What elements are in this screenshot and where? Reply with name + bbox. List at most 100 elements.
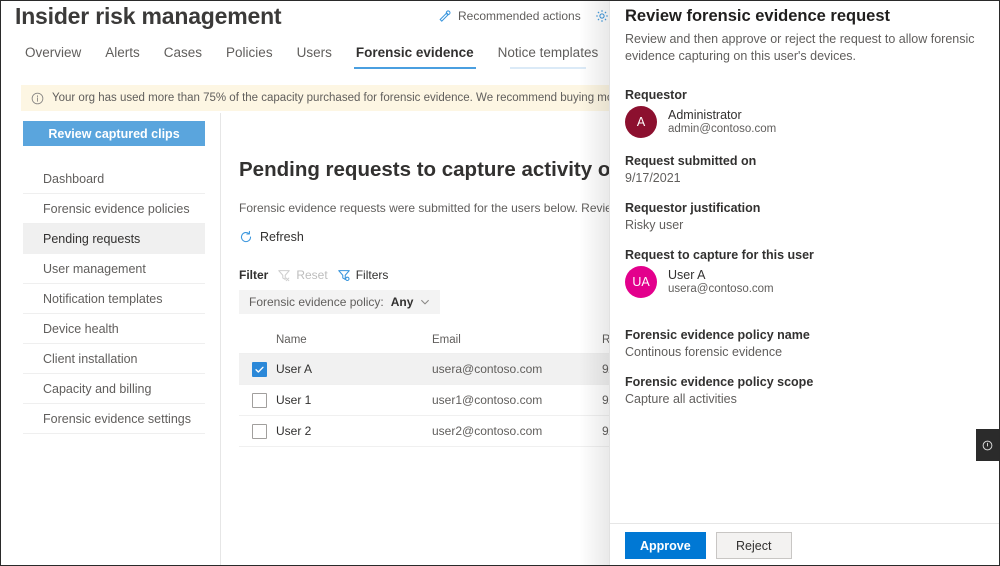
sidebar: Review captured clips Dashboard Forensic… <box>1 113 221 565</box>
capture-user-name: User A <box>668 268 706 282</box>
row-name: User 2 <box>276 424 312 438</box>
sidebar-item-label: Forensic evidence settings <box>43 411 191 426</box>
command-bar: Refresh <box>239 230 304 244</box>
funnel-icon <box>337 268 351 282</box>
reset-filters-button[interactable]: Reset <box>277 268 328 282</box>
refresh-icon <box>239 230 253 244</box>
panel-description: Review and then approve or reject the re… <box>625 32 975 64</box>
row-checkbox-checked[interactable] <box>252 361 267 377</box>
sidebar-nav-list: Dashboard Forensic evidence policies Pen… <box>23 164 205 434</box>
column-header-name: Name <box>276 333 307 346</box>
row-checkbox-cell[interactable] <box>239 423 276 439</box>
sidebar-item-capacity-and-billing[interactable]: Capacity and billing <box>23 374 205 404</box>
chat-bubble-icon <box>981 439 994 452</box>
policy-name-value: Continous forensic evidence <box>625 344 783 359</box>
sidebar-item-device-health[interactable]: Device health <box>23 314 205 344</box>
tab-cases[interactable]: Cases <box>152 43 214 69</box>
sidebar-item-label: Notification templates <box>43 291 163 306</box>
sidebar-item-label: Forensic evidence policies <box>43 201 190 216</box>
person-lines: Administrator admin@contoso.com <box>668 108 776 135</box>
filter-bar: Filter Reset Filters <box>239 268 388 282</box>
sidebar-item-label: Capacity and billing <box>43 381 152 396</box>
review-captured-clips-button[interactable]: Review captured clips <box>23 121 205 146</box>
page-title: Insider risk management <box>15 3 282 29</box>
reject-button[interactable]: Reject <box>715 532 792 559</box>
sidebar-item-label: Dashboard <box>43 171 105 186</box>
panel-title: Review forensic evidence request <box>625 7 891 25</box>
submitted-on-value: 9/17/2021 <box>625 170 681 185</box>
row-name: User 1 <box>276 393 312 407</box>
tab-label: Cases <box>163 45 203 60</box>
row-checkbox-cell[interactable] <box>239 392 276 408</box>
tab-label: Policies <box>226 45 273 60</box>
tab-label: Alerts <box>105 45 140 60</box>
tab-users[interactable]: Users <box>285 43 344 69</box>
sidebar-item-label: Pending requests <box>43 231 141 246</box>
info-icon <box>31 92 44 105</box>
forensic-evidence-policy-filter[interactable]: Forensic evidence policy: Any <box>239 290 441 314</box>
chevron-down-icon <box>420 297 430 307</box>
approve-button[interactable]: Approve <box>625 532 706 559</box>
sidebar-item-label: User management <box>43 261 146 276</box>
tab-label: Forensic evidence <box>355 45 474 60</box>
panel-body: Review forensic evidence request Review … <box>625 7 991 422</box>
funnel-clear-icon <box>277 268 291 282</box>
sidebar-item-forensic-evidence-policies[interactable]: Forensic evidence policies <box>23 194 205 224</box>
policy-scope-label: Forensic evidence policy scope <box>625 374 814 389</box>
requestor-name: Administrator <box>668 108 742 122</box>
tab-label: Overview <box>25 45 82 60</box>
sidebar-item-forensic-evidence-settings[interactable]: Forensic evidence settings <box>23 404 205 434</box>
review-request-panel: Review forensic evidence request Review … <box>609 1 999 565</box>
row-checkbox[interactable] <box>252 392 267 408</box>
refresh-button[interactable]: Refresh <box>260 230 304 244</box>
gear-icon <box>595 9 609 23</box>
row-name: User A <box>276 362 313 376</box>
recommended-actions-button[interactable]: Recommended actions <box>438 9 581 23</box>
sidebar-item-label: Client installation <box>43 351 138 366</box>
person-lines: User A usera@contoso.com <box>668 268 774 295</box>
tab-label: Notice templates <box>497 45 599 60</box>
justification-label: Requestor justification <box>625 200 761 215</box>
tab-forensic-evidence[interactable]: Forensic evidence <box>344 43 486 69</box>
requestor-label: Requestor <box>625 87 687 102</box>
row-checkbox-cell[interactable] <box>239 361 276 377</box>
sidebar-item-client-installation[interactable]: Client installation <box>23 344 205 374</box>
tab-notice-templates[interactable]: Notice templates <box>486 43 611 69</box>
wand-icon <box>438 9 452 23</box>
row-checkbox[interactable] <box>252 423 267 439</box>
capture-user-label: Request to capture for this user <box>625 247 814 262</box>
sidebar-item-user-management[interactable]: User management <box>23 254 205 284</box>
filters-button[interactable]: Filters <box>337 268 389 282</box>
policy-name-label: Forensic evidence policy name <box>625 327 810 342</box>
filters-label: Filters <box>355 268 389 282</box>
header-actions: Recommended actions Ins <box>438 9 631 23</box>
row-email: usera@contoso.com <box>432 362 543 376</box>
avatar: A <box>625 105 657 138</box>
column-header-email: Email <box>432 333 461 346</box>
requestor-email: admin@contoso.com <box>668 123 777 135</box>
row-email: user2@contoso.com <box>432 424 543 438</box>
app-window: Insider risk management Recommended acti… <box>0 0 1000 566</box>
sidebar-item-label: Device health <box>43 321 119 336</box>
feedback-tab[interactable] <box>976 429 999 461</box>
filter-pill-value: Any <box>390 295 414 309</box>
filter-pill-label: Forensic evidence policy: <box>249 295 384 309</box>
sidebar-item-notification-templates[interactable]: Notification templates <box>23 284 205 314</box>
tab-alerts[interactable]: Alerts <box>93 43 152 69</box>
sidebar-item-dashboard[interactable]: Dashboard <box>23 164 205 194</box>
reset-label: Reset <box>296 268 328 282</box>
policy-scope-value: Capture all activities <box>625 391 737 406</box>
capture-user-person: UA User A usera@contoso.com <box>625 265 991 298</box>
panel-footer: Approve Reject <box>610 523 999 565</box>
justification-value: Risky user <box>625 217 684 232</box>
recommended-actions-label: Recommended actions <box>458 9 581 23</box>
requestor-person: A Administrator admin@contoso.com <box>625 105 991 138</box>
capture-user-email: usera@contoso.com <box>668 283 774 295</box>
tab-label: Users <box>296 45 332 60</box>
filter-label: Filter <box>239 268 269 282</box>
sidebar-item-pending-requests[interactable]: Pending requests <box>23 224 205 254</box>
tab-overview[interactable]: Overview <box>13 43 93 69</box>
avatar: UA <box>625 265 657 298</box>
tab-policies[interactable]: Policies <box>214 43 285 69</box>
